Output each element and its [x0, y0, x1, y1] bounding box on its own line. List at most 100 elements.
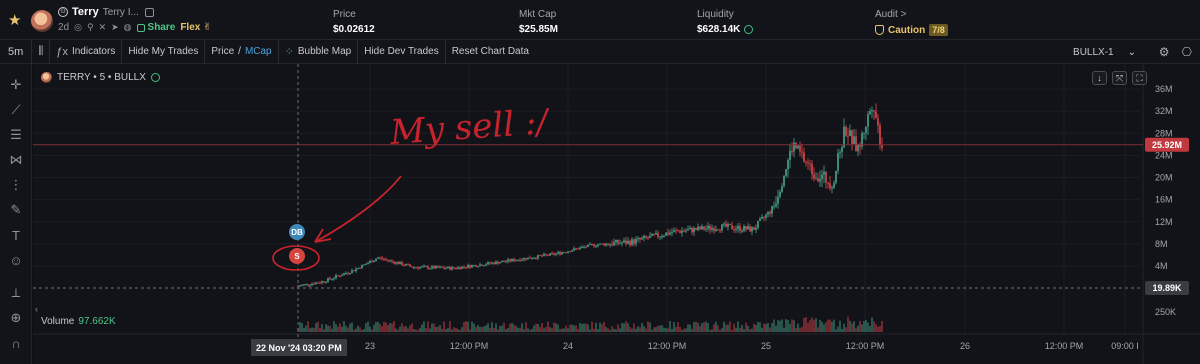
candle-body [475, 265, 477, 267]
star-icon[interactable]: ★ [8, 11, 21, 29]
volume-bar [463, 322, 465, 332]
magnet-icon[interactable]: ∩ [6, 334, 26, 352]
volume-bar [835, 329, 837, 332]
collapse-toolbar-icon[interactable]: ‹ [35, 304, 38, 314]
mcap-option[interactable]: MCap [245, 46, 272, 57]
candle-body [765, 214, 767, 218]
token-header: ★ ⊙ Terry Terry I... 2d ◎ ⚲ ✕ ➤ ◍ Share … [0, 0, 1200, 40]
volume-bar [525, 322, 527, 332]
candle-body [801, 151, 803, 153]
bubble-map-button[interactable]: ⁘ Bubble Map [279, 39, 359, 64]
candle-body [659, 236, 661, 238]
fit-icon[interactable]: ⤧ [1112, 71, 1127, 85]
flex-button[interactable]: Flex ✌ [180, 22, 211, 33]
liquidity-lock-icon [744, 25, 754, 34]
candle-body [449, 266, 451, 270]
candle-body [599, 243, 601, 245]
volume-bar [687, 324, 689, 332]
candle-body [607, 243, 609, 246]
volume-bar [645, 328, 647, 332]
candle-body [781, 186, 783, 192]
telegram-icon[interactable]: ➤ [111, 22, 119, 33]
volume-bar [773, 319, 775, 332]
volume-bar [607, 328, 609, 332]
fib-icon[interactable]: ⋮ [6, 176, 26, 194]
annotation-text: My sell :/ [388, 102, 553, 153]
stat-mktcap-label: Mkt Cap [519, 9, 557, 20]
candle-body [499, 262, 501, 264]
symbol-selector[interactable]: BULLX-1 ⌄ [1073, 40, 1136, 64]
text-icon[interactable]: T [6, 226, 26, 244]
arrow-down-icon[interactable]: ↓ [1092, 71, 1107, 85]
volume-bar [793, 320, 795, 332]
candle-type-button[interactable]: ⫼ [32, 39, 51, 64]
volume-bar [417, 329, 419, 332]
candle-body [649, 235, 651, 239]
stat-audit[interactable]: Audit > Caution 7/8 [875, 9, 948, 36]
zoom-in-icon[interactable]: ⊕ [6, 309, 26, 327]
hide-dev-trades-button[interactable]: Hide Dev Trades [358, 39, 446, 64]
volume-bar [387, 325, 389, 332]
candle-body [533, 257, 535, 259]
ruler-icon[interactable]: ⟂ [6, 284, 26, 302]
volume-bar [505, 329, 507, 332]
chart-canvas[interactable]: 36M 32M 28M 24M 20M 16M 12M 8M 4M 250K 23 12:00 PM 2… [33, 64, 1200, 364]
candle-body [509, 259, 511, 262]
candle-body [585, 246, 587, 248]
volume-bar [643, 326, 645, 332]
candle-body [881, 145, 883, 148]
x-icon[interactable]: ✕ [99, 22, 107, 33]
globe-icon[interactable]: ◍ [124, 22, 132, 33]
copy-icon[interactable] [144, 7, 154, 17]
candle-body [567, 251, 569, 253]
candle-body [307, 283, 309, 286]
candle-body [663, 235, 665, 237]
settings-icon[interactable]: ⚙ [1159, 45, 1170, 59]
volume-bar [851, 323, 853, 332]
indicators-button[interactable]: ƒx Indicators [50, 39, 123, 64]
crosshair-icon[interactable]: ✛ [6, 76, 26, 94]
volume-bar [479, 326, 481, 332]
price-option[interactable]: Price [211, 46, 234, 57]
volume-bar [817, 327, 819, 332]
candle-body [825, 171, 827, 183]
stat-liquidity-label: Liquidity [697, 9, 734, 20]
candle-body [589, 244, 591, 246]
candle-body [383, 258, 385, 260]
volume-bar [601, 324, 603, 332]
price-mcap-toggle[interactable]: Price / MCap [205, 39, 279, 64]
price-axis-label: 24M [1155, 150, 1173, 160]
volume-bar [669, 321, 671, 332]
candle-body [603, 243, 605, 246]
volume-bar [321, 324, 323, 332]
emoji-icon[interactable]: ☺ [6, 251, 26, 269]
volume-label: Volume [41, 316, 75, 327]
candle-body [549, 253, 551, 256]
reset-chart-button[interactable]: Reset Chart Data [446, 40, 535, 64]
price-chart[interactable]: 36M 32M 28M 24M 20M 16M 12M 8M 4M 250K 23 12:00 PM 2… [33, 64, 1200, 364]
candle-body [303, 284, 305, 286]
timeframe-selector[interactable]: 5m [0, 39, 33, 64]
horizontal-lines-icon[interactable]: ☰ [6, 126, 26, 144]
hide-my-trades-button[interactable]: Hide My Trades [122, 39, 206, 64]
pattern-icon[interactable]: ⋈ [6, 151, 26, 169]
volume-bar [507, 327, 509, 332]
search-icon[interactable]: ⚲ [87, 22, 94, 33]
volume-bar [305, 325, 307, 332]
pump-link-icon[interactable]: ◎ [74, 22, 82, 33]
fullscreen-icon[interactable]: ⛶ [1132, 71, 1147, 85]
candle-body [615, 239, 617, 243]
volume-bar [711, 329, 713, 332]
candle-body [863, 132, 865, 134]
candle-body [877, 118, 879, 126]
volume-bar [545, 326, 547, 332]
screenshot-icon[interactable]: ⎔ [1182, 45, 1192, 59]
trendline-icon[interactable]: ⟋ [6, 101, 26, 119]
candle-body [443, 267, 445, 269]
volume-bar [611, 326, 613, 332]
candle-body [481, 264, 483, 266]
candle-body [855, 136, 857, 152]
share-button[interactable]: Share [136, 22, 175, 33]
brush-icon[interactable]: ✎ [6, 201, 26, 219]
volume-bar [615, 329, 617, 332]
